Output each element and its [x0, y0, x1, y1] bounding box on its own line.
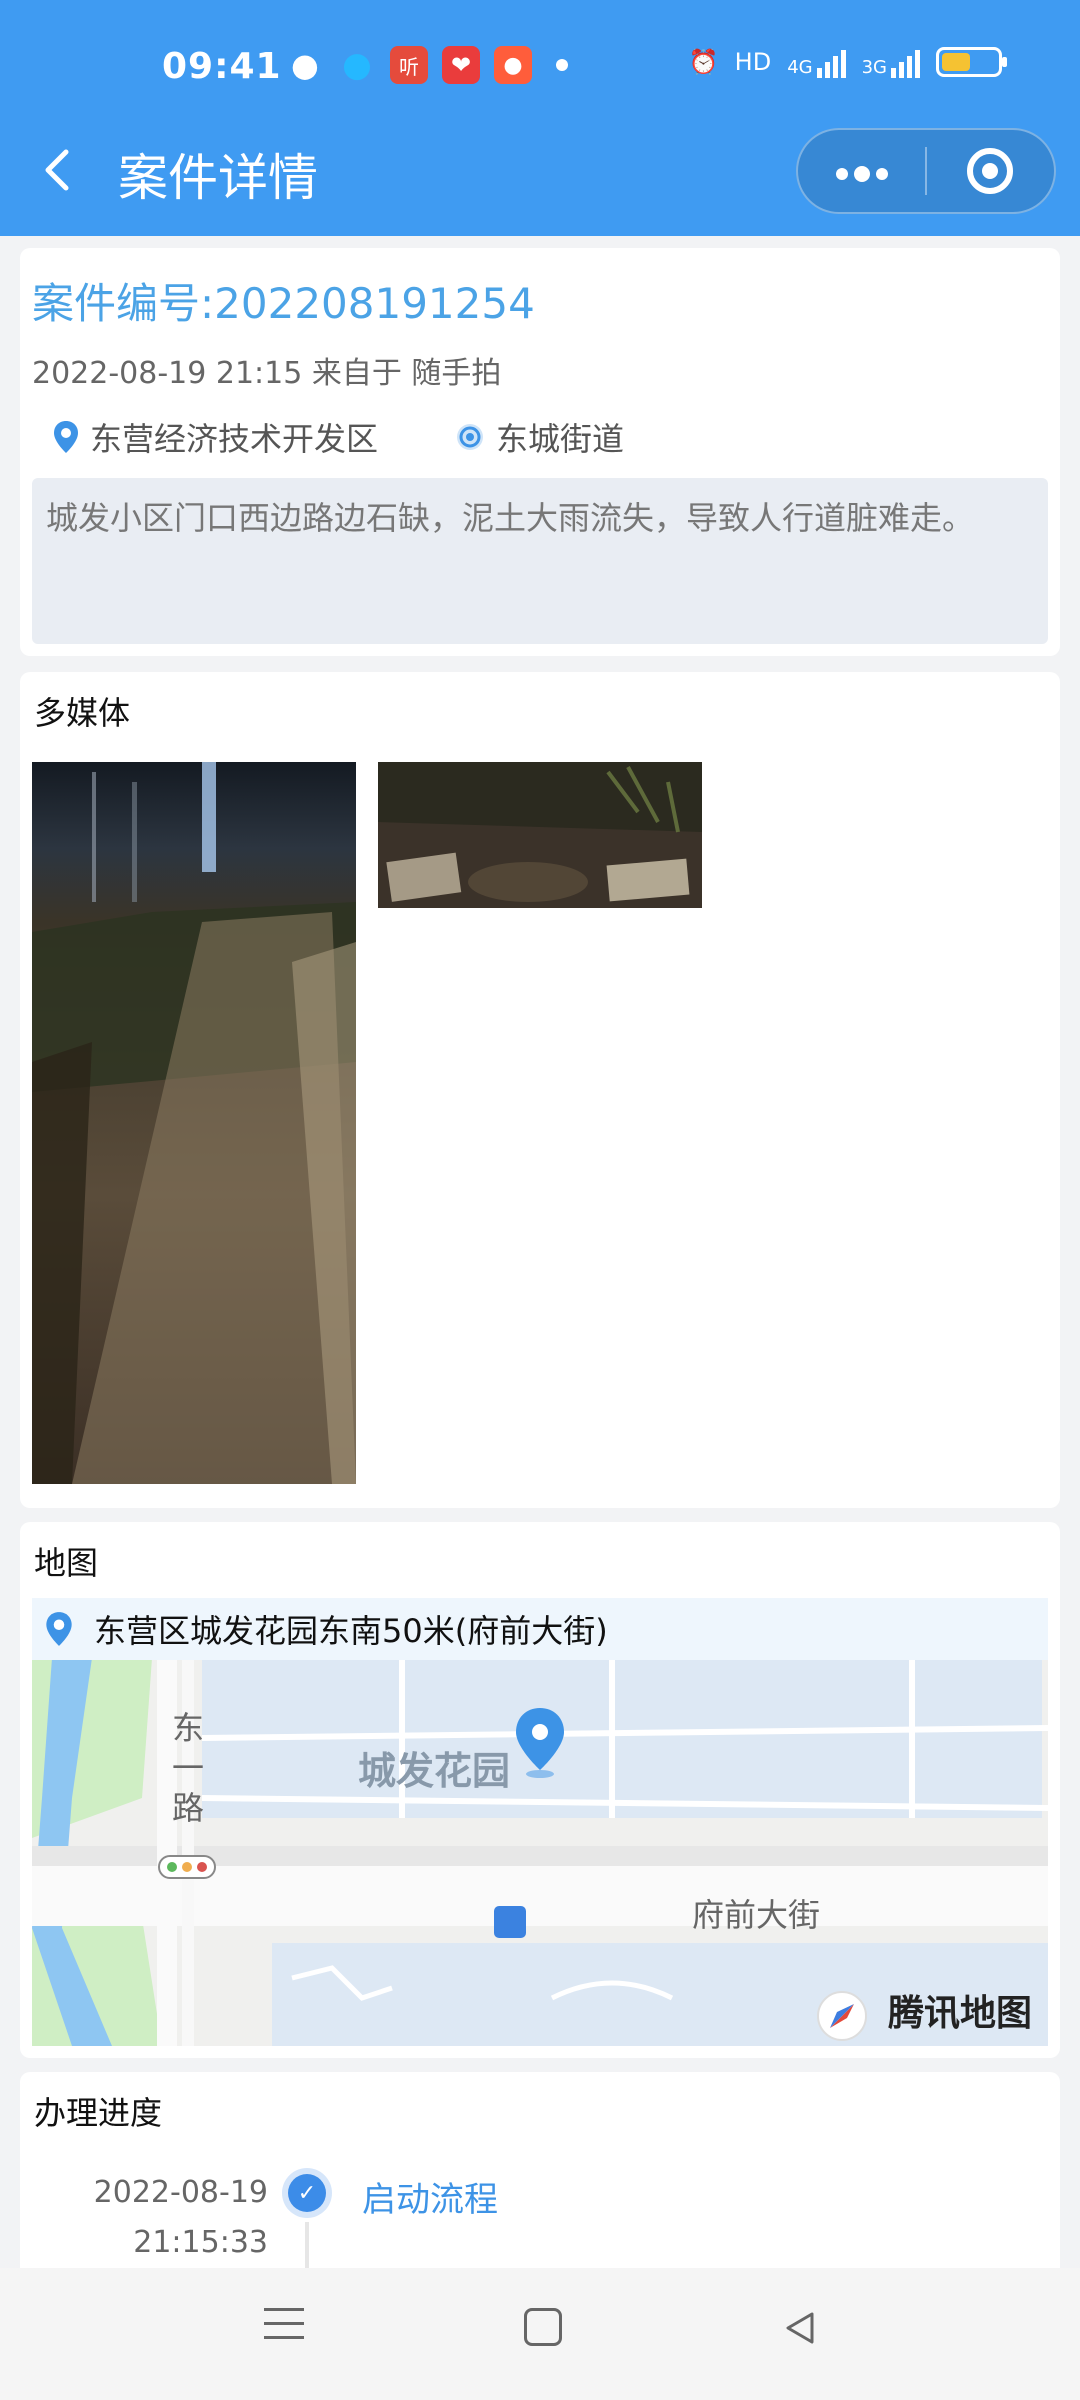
case-time-source: 2022-08-19 21:15 来自于 随手拍 — [32, 356, 502, 391]
signal-bars-icon — [816, 46, 846, 78]
listen-app-icon: 听 — [390, 46, 428, 84]
system-icons: ⏰ HD 4G 3G — [688, 46, 1007, 78]
kuaishou-icon: ● — [494, 46, 532, 84]
status-time: 09:41 — [162, 46, 282, 87]
heart-app-icon: ❤ — [442, 46, 480, 84]
check-icon: ✓ — [282, 2168, 332, 2218]
notification-icons: ● ● 听 ❤ ● — [286, 45, 568, 85]
media-photo-curb[interactable] — [378, 762, 702, 908]
menu-icon[interactable] — [264, 2308, 304, 2350]
location-pin-icon — [54, 421, 78, 453]
map-address: 东营区城发花园东南50米(府前大街) — [94, 1612, 608, 1650]
alarm-icon: ⏰ — [688, 48, 719, 76]
more-notifications-dot-icon — [556, 59, 568, 71]
signal-3g-label: 3G — [861, 57, 887, 78]
target-icon[interactable] — [927, 148, 1054, 194]
status-bar: 09:41 ● ● 听 ❤ ● ⏰ HD 4G 3G — [0, 40, 1080, 96]
top-header: 09:41 ● ● 听 ❤ ● ⏰ HD 4G 3G 案件详情 — [0, 0, 1080, 236]
district-label: 东营经济技术开发区 — [90, 420, 379, 458]
back-triangle-icon[interactable] — [780, 2308, 820, 2348]
location-pin-icon — [46, 1612, 72, 1646]
tencent-map-logo: 腾讯地图 — [888, 1984, 1032, 2036]
map-label-road-vertical: 东一路 — [172, 1709, 205, 1827]
signal-4g-label: 4G — [787, 57, 813, 78]
street-label: 东城街道 — [496, 420, 625, 458]
media-card: 多媒体 — [20, 672, 1060, 1508]
map-address-bar: 东营区城发花园东南50米(府前大街) — [32, 1598, 1048, 1660]
media-photo-sidewalk[interactable] — [32, 762, 356, 1484]
media-title: 多媒体 — [34, 694, 131, 732]
street-location: 东城街道 — [454, 414, 624, 460]
signal-4g-icon: 4G — [787, 46, 846, 78]
map-view[interactable]: 东一路 城发花园 府前大街 腾讯地图 — [32, 1598, 1048, 2046]
progress-step-label: 启动流程 — [362, 2180, 498, 2220]
progress-step-datetime: 2022-08-19 21:15:33 — [80, 2168, 268, 2268]
system-nav-bar — [0, 2268, 1080, 2400]
map-card: 地图 东一路 城发花园 府前大街 腾讯地图 东营区城发花园东南50米(府前大街) — [20, 1522, 1060, 2058]
page-title: 案件详情 — [118, 149, 318, 207]
home-square-icon[interactable] — [524, 2308, 562, 2346]
map-logo-text: 腾讯地图 — [887, 1993, 1032, 2034]
wechat-icon: ● — [291, 46, 319, 84]
progress-title: 办理进度 — [34, 2094, 163, 2132]
signal-3g-icon: 3G — [862, 46, 920, 78]
battery-level — [942, 53, 970, 71]
hd-icon: HD — [734, 48, 772, 76]
signal-bars-icon — [891, 46, 920, 78]
district-location: 东营经济技术开发区 — [52, 414, 378, 460]
more-dots-icon[interactable] — [798, 148, 925, 194]
case-description: 城发小区门口西边路边石缺，泥土大雨流失，导致人行道脏难走。 — [32, 478, 1048, 644]
map-label-street: 府前大街 — [692, 1896, 821, 1934]
case-info-card: 案件编号:202208191254 2022-08-19 21:15 来自于 随… — [20, 248, 1060, 656]
map-label-area: 城发花园 — [358, 1749, 511, 1793]
nav-bar: 案件详情 — [0, 128, 1080, 218]
progress-step-date: 2022-08-19 — [93, 2175, 268, 2210]
chevron-left-icon[interactable] — [38, 146, 78, 194]
case-number: 案件编号:202208191254 — [32, 279, 535, 328]
miniprogram-capsule — [796, 128, 1056, 214]
droplet-icon: ● — [342, 45, 372, 85]
battery-icon — [936, 47, 1007, 77]
map-title: 地图 — [34, 1544, 99, 1582]
target-location-icon — [457, 424, 483, 450]
progress-step-time: 21:15:33 — [133, 2225, 268, 2260]
